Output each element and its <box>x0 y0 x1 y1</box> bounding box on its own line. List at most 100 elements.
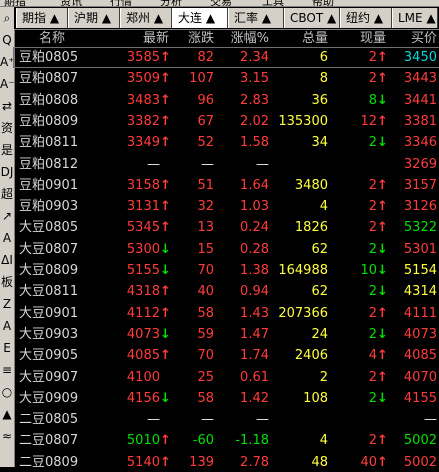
toolbar-button[interactable]: A <box>0 227 14 249</box>
tab-market[interactable]: 期指 ▲ <box>16 8 68 28</box>
tab-market[interactable]: 汇率 ▲ <box>228 8 284 28</box>
toolbar-button[interactable]: ○ <box>0 381 14 403</box>
total-volume: 1826 <box>294 220 328 236</box>
table-row[interactable]: 大豆0903 4073↓ 59 1.47 24 2↓ 4073 <box>14 325 439 344</box>
table-row[interactable]: 豆粕0811 3349↑ 52 1.58 34 2↓ 3346 <box>14 133 439 152</box>
last-price: 3483↑ <box>99 91 171 110</box>
price-change: 15 <box>197 241 214 257</box>
bid-price: 4073 <box>403 326 437 342</box>
toolbar-button[interactable]: E <box>0 337 14 359</box>
table-row[interactable]: 二豆0805 — — — — <box>14 410 439 429</box>
menu-item[interactable]: 分析 <box>160 0 182 6</box>
current-volume: 2↑ <box>334 69 388 88</box>
toolbar-button[interactable]: A <box>0 315 14 337</box>
table-row[interactable]: 二豆0807 5010↑ -60 -1.18 4 2↑ 5002 <box>14 431 439 450</box>
total-volume: 62 <box>311 284 328 300</box>
total-volume: 8 <box>319 71 328 87</box>
price-change: -60 <box>192 433 214 449</box>
arrow-up-icon: ↑ <box>377 50 388 65</box>
col-pct[interactable]: 涨幅% <box>219 29 269 48</box>
price-change: 70 <box>197 348 214 364</box>
toolbar-button[interactable]: ΔI <box>0 249 14 271</box>
menu-item[interactable]: 期指 <box>4 0 26 6</box>
contract-name: 大豆0903 <box>19 326 79 342</box>
menu-item[interactable]: 交易 <box>210 0 232 6</box>
toolbar-button[interactable]: A⁻ <box>0 73 15 95</box>
table-row[interactable]: 二豆0809 5140↑ 139 2.78 48 40↑ 5002 <box>14 453 439 472</box>
total-volume: 2 <box>319 369 328 385</box>
col-bid[interactable]: 买价 <box>390 29 437 48</box>
last-price-value: 4100 <box>126 369 160 385</box>
toolbar-button[interactable]: ⌕ <box>0 7 14 29</box>
menu-item[interactable]: 行情 <box>110 0 132 6</box>
change-percent: -1.18 <box>235 433 269 449</box>
arrow-up-icon: ↑ <box>377 348 388 364</box>
toolbar-button[interactable]: ▲ <box>0 403 14 425</box>
bid-price: 4085 <box>403 348 437 364</box>
last-price-value: — <box>147 412 160 428</box>
tab-market[interactable]: 沪期 ▲ <box>68 8 120 28</box>
col-current[interactable]: 现量 <box>334 29 386 48</box>
total-volume: 2406 <box>294 348 328 364</box>
change-percent: 0.24 <box>240 220 269 236</box>
toolbar-button[interactable]: A⁺ <box>0 51 15 73</box>
toolbar-button[interactable]: 资 <box>0 117 14 139</box>
table-row[interactable]: 豆粕0807 3509↑ 107 3.15 8 2↑ 3443 <box>14 69 439 88</box>
toolbar-button[interactable]: 板 <box>0 271 14 293</box>
menu-item[interactable]: 帮助 <box>312 0 334 6</box>
col-last[interactable]: 最新 <box>99 29 169 48</box>
toolbar-button[interactable]: ↗ <box>0 205 14 227</box>
table-row[interactable]: 大豆0907 4100 25 0.61 2 2↑ 4070 <box>14 368 439 387</box>
quote-table: 名称 最新 涨跌 涨幅% 总量 现量 买价 豆粕0805 3585↑ 82 2.34 6… <box>13 29 439 470</box>
last-price: 3585↑ <box>99 48 171 67</box>
price-change: 82 <box>197 50 214 65</box>
last-price: 4073↓ <box>99 325 171 344</box>
tab-market[interactable]: LME ▲ <box>392 8 438 28</box>
toolbar-button[interactable]: DJ <box>0 161 14 183</box>
toolbar-button[interactable]: Z <box>0 293 14 315</box>
price-change: 13 <box>197 220 214 236</box>
menu-item[interactable]: 资讯 <box>60 0 82 6</box>
total-volume: 6 <box>319 50 328 65</box>
table-row[interactable]: 大豆0905 4085↑ 70 1.74 2406 4↑ 4085 <box>14 346 439 365</box>
contract-name: 豆粕0808 <box>19 92 79 108</box>
table-row[interactable]: 豆粕0901 3158↑ 51 1.64 3480 2↑ 3157 <box>14 176 439 195</box>
current-volume-value: 10 <box>360 263 377 278</box>
col-change[interactable]: 涨跌 <box>169 29 214 48</box>
tab-market[interactable]: 郑州 ▲ <box>120 8 172 28</box>
menu-item[interactable]: 工具 <box>262 0 284 6</box>
toolbar-button[interactable]: ⇄ <box>0 95 14 117</box>
col-volume[interactable]: 总量 <box>271 29 328 48</box>
arrow-up-icon: ↑ <box>377 199 388 215</box>
arrow-down-icon: ↓ <box>377 263 388 278</box>
toolbar-button[interactable]: ≡ <box>0 359 14 381</box>
table-row[interactable]: 大豆0901 4112↑ 58 1.43 207366 2↑ 4111 <box>14 304 439 323</box>
toolbar-button[interactable]: Q <box>0 29 14 51</box>
current-volume: 2↓ <box>334 133 388 152</box>
table-row[interactable]: 大豆0811 4318↑ 40 0.94 62 2↓ 4314 <box>14 282 439 301</box>
toolbar-button[interactable]: 是 <box>0 139 14 161</box>
current-volume-value: 2 <box>368 326 377 342</box>
bid-price: 4314 <box>403 284 437 300</box>
change-percent: 1.58 <box>240 135 269 151</box>
table-row[interactable]: 豆粕0805 3585↑ 82 2.34 6 2↑ 3450 <box>13 47 439 68</box>
current-volume-value: 2 <box>368 177 377 193</box>
table-row[interactable]: 豆粕0808 3483↑ 96 2.83 36 8↓ 3441 <box>14 91 439 110</box>
last-price: 5345↑ <box>99 218 171 237</box>
table-row[interactable]: 大豆0909 4156↓ 58 1.42 108 2↓ 4155 <box>14 389 439 408</box>
toolbar-button[interactable]: ≈ <box>0 425 14 447</box>
table-row[interactable]: 大豆0805 5345↑ 13 0.24 1826 2↑ 5322 <box>14 218 439 237</box>
toolbar-button[interactable]: 超 <box>0 183 14 205</box>
table-row[interactable]: 豆粕0809 3382↑ 67 2.02 135300 12↑ 3381 <box>14 112 439 131</box>
contract-name: 大豆0807 <box>19 241 79 257</box>
tab-market[interactable]: CBOT ▲ <box>284 8 340 28</box>
table-row[interactable]: 大豆0807 5300↓ 15 0.28 62 2↓ 5301 <box>14 240 439 259</box>
bid-price: 4070 <box>403 369 437 385</box>
table-row[interactable]: 豆粕0903 3131↑ 32 1.03 4 2↑ 3126 <box>14 197 439 216</box>
tab-market[interactable]: 大连 ▲ <box>172 8 228 28</box>
menu-bar: 期指 资讯 行情 分析 交易 工具 帮助 <box>0 0 439 7</box>
table-row[interactable]: 豆粕0812 — — — 3269 <box>14 155 439 174</box>
tab-market[interactable]: 纽约 ▲ <box>340 8 392 28</box>
change-percent: 1.42 <box>240 390 269 406</box>
table-row[interactable]: 大豆0809 5155↓ 70 1.38 164988 10↓ 5154 <box>14 261 439 280</box>
